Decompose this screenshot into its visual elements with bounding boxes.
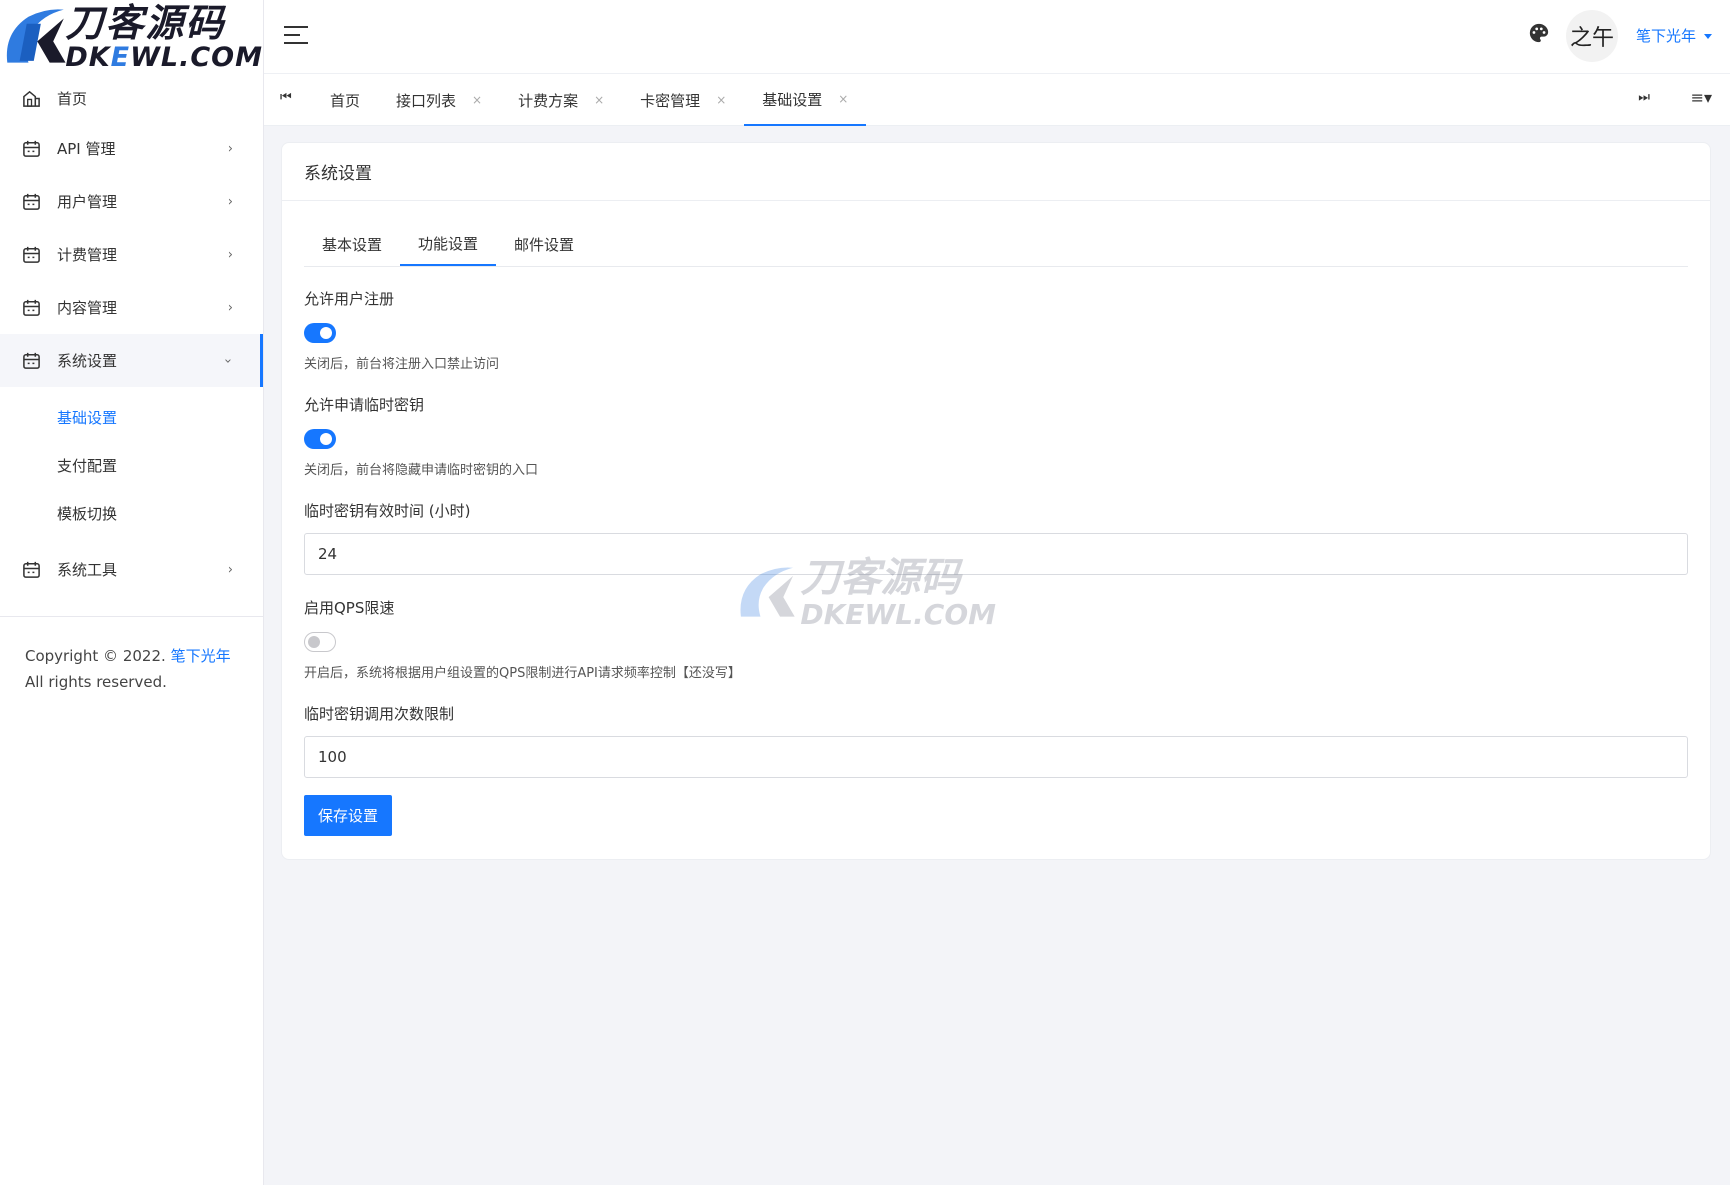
allow-register-help: 关闭后，前台将注册入口禁止访问	[304, 357, 500, 372]
sidebar-subitem-payment-config[interactable]: 支付配置	[0, 441, 263, 489]
logo-mark-icon	[6, 9, 66, 63]
tab-home[interactable]: 首页	[312, 74, 378, 126]
qps-limit-help: 开启后，系统将根据用户组设置的QPS限制进行API请求频率控制【还没写】	[304, 666, 741, 681]
allow-register-label: 允许用户注册	[304, 290, 395, 308]
tab-scroll-left-icon[interactable]: ⏮	[280, 90, 292, 105]
tab-basic-settings[interactable]: 基础设置 ×	[744, 74, 867, 126]
sidebar-item-system-tools[interactable]: 系统工具 ›	[0, 543, 263, 596]
qps-limit-label: 启用QPS限速	[304, 599, 395, 617]
page-title: 系统设置	[282, 143, 1710, 201]
calendar-icon	[23, 140, 40, 157]
tab-card-keys[interactable]: 卡密管理 ×	[622, 74, 744, 126]
tab-label: 计费方案	[518, 91, 579, 110]
page-tabbar: ⏮ 首页 接口列表 × 计费方案 × 卡密管理 × 基础设置 × ⏭ ≡▾	[264, 74, 1730, 126]
sidebar-submenu: 基础设置 支付配置 模板切换	[0, 387, 263, 543]
user-menu[interactable]: 笔下光年	[1636, 25, 1712, 46]
calendar-icon	[23, 246, 40, 263]
allow-temp-key-help: 关闭后，前台将隐藏申请临时密钥的入口	[304, 463, 539, 478]
settings-card: 系统设置 基本设置 功能设置 邮件设置 允许用户注册 关闭后，前台将注册入口禁止…	[281, 142, 1711, 860]
calendar-icon	[23, 193, 40, 210]
chevron-right-icon: ›	[227, 562, 233, 577]
copyright-prefix: Copyright © 2022.	[25, 647, 166, 665]
logo[interactable]: 刀客源码 DKEWL.COM	[0, 0, 263, 74]
tab-basic[interactable]: 基本设置	[304, 222, 400, 266]
close-icon[interactable]: ×	[594, 93, 604, 107]
chevron-right-icon: ›	[227, 300, 233, 315]
sidebar-item-label: 首页	[57, 89, 88, 108]
sidebar-subitem-template-switch[interactable]: 模板切换	[0, 489, 263, 537]
sidebar-item-label: 内容管理	[57, 299, 118, 317]
chevron-right-icon: ›	[227, 194, 233, 209]
sidebar-item-content[interactable]: 内容管理 ›	[0, 281, 263, 334]
allow-temp-key-label: 允许申请临时密钥	[304, 396, 425, 414]
sidebar-item-billing[interactable]: 计费管理 ›	[0, 228, 263, 281]
qps-limit-toggle[interactable]	[304, 632, 336, 652]
copyright-link[interactable]: 笔下光年	[171, 647, 231, 665]
close-icon[interactable]: ×	[716, 93, 726, 107]
sidebar-nav-tools: 系统工具 ›	[0, 543, 263, 596]
temp-key-calls-label: 临时密钥调用次数限制	[304, 705, 455, 723]
sidebar-item-label: 计费管理	[57, 246, 118, 264]
sidebar-subitem-basic-settings[interactable]: 基础设置	[0, 393, 263, 441]
sidebar: 刀客源码 DKEWL.COM 首页 API 管理 › 用户管理 › 计费管理 ›…	[0, 0, 264, 1185]
logo-en-text: DKEWL.COM	[65, 42, 263, 73]
sidebar-item-label: 系统设置	[57, 352, 118, 370]
user-name-label: 笔下光年	[1635, 27, 1696, 45]
tab-label: 基础设置	[762, 90, 823, 109]
close-icon[interactable]: ×	[838, 92, 848, 106]
sidebar-item-label: API 管理	[57, 140, 116, 158]
settings-form: 基本设置 功能设置 邮件设置 允许用户注册 关闭后，前台将注册入口禁止访问 允许…	[282, 201, 1710, 836]
chevron-right-icon: ›	[227, 141, 233, 156]
sidebar-item-home[interactable]: 首页	[0, 74, 263, 122]
sidebar-item-label: 用户管理	[57, 193, 118, 211]
home-icon	[23, 90, 40, 107]
tab-features[interactable]: 功能设置	[400, 222, 497, 266]
chevron-right-icon: ›	[227, 247, 233, 262]
close-icon[interactable]: ×	[472, 93, 482, 107]
temp-key-calls-input[interactable]	[304, 736, 1688, 778]
logo-cn-text: 刀客源码	[65, 1, 226, 45]
sidebar-nav: 首页 API 管理 › 用户管理 › 计费管理 › 内容管理 › 系统设置 ›	[0, 74, 263, 387]
calendar-icon	[23, 561, 40, 578]
sidebar-item-api[interactable]: API 管理 ›	[0, 122, 263, 175]
top-header: 之午 笔下光年	[264, 0, 1730, 74]
tab-menu-icon[interactable]: ≡▾	[1691, 88, 1712, 107]
sidebar-item-label: 系统工具	[57, 561, 118, 579]
tab-api-list[interactable]: 接口列表 ×	[378, 74, 500, 126]
sidebar-item-system-settings[interactable]: 系统设置 ›	[0, 334, 263, 387]
tab-label: 卡密管理	[640, 91, 701, 110]
temp-key-hours-input[interactable]	[304, 533, 1688, 575]
sidebar-item-users[interactable]: 用户管理 ›	[0, 175, 263, 228]
menu-toggle-icon[interactable]	[284, 26, 308, 46]
calendar-icon	[23, 299, 40, 316]
palette-icon[interactable]	[1528, 22, 1550, 44]
caret-down-icon	[1704, 34, 1712, 39]
save-button[interactable]: 保存设置	[304, 795, 393, 836]
allow-temp-key-toggle[interactable]	[304, 429, 336, 449]
tab-email[interactable]: 邮件设置	[496, 222, 592, 266]
tab-scroll-right-icon[interactable]: ⏭	[1638, 90, 1650, 105]
calendar-icon	[23, 352, 40, 369]
avatar[interactable]: 之午	[1566, 10, 1618, 62]
copyright-suffix: All rights reserved.	[25, 673, 167, 691]
chevron-down-icon: ›	[219, 357, 235, 364]
allow-register-toggle[interactable]	[304, 323, 336, 343]
copyright: Copyright © 2022. 笔下光年 All rights reserv…	[0, 617, 263, 721]
temp-key-hours-label: 临时密钥有效时间 (小时)	[304, 502, 471, 520]
settings-tabs: 基本设置 功能设置 邮件设置	[304, 201, 1688, 267]
page-tabs: 首页 接口列表 × 计费方案 × 卡密管理 × 基础设置 ×	[312, 74, 867, 126]
tab-label: 接口列表	[396, 91, 457, 110]
tab-billing-plans[interactable]: 计费方案 ×	[500, 74, 622, 126]
tab-label: 首页	[330, 91, 361, 110]
